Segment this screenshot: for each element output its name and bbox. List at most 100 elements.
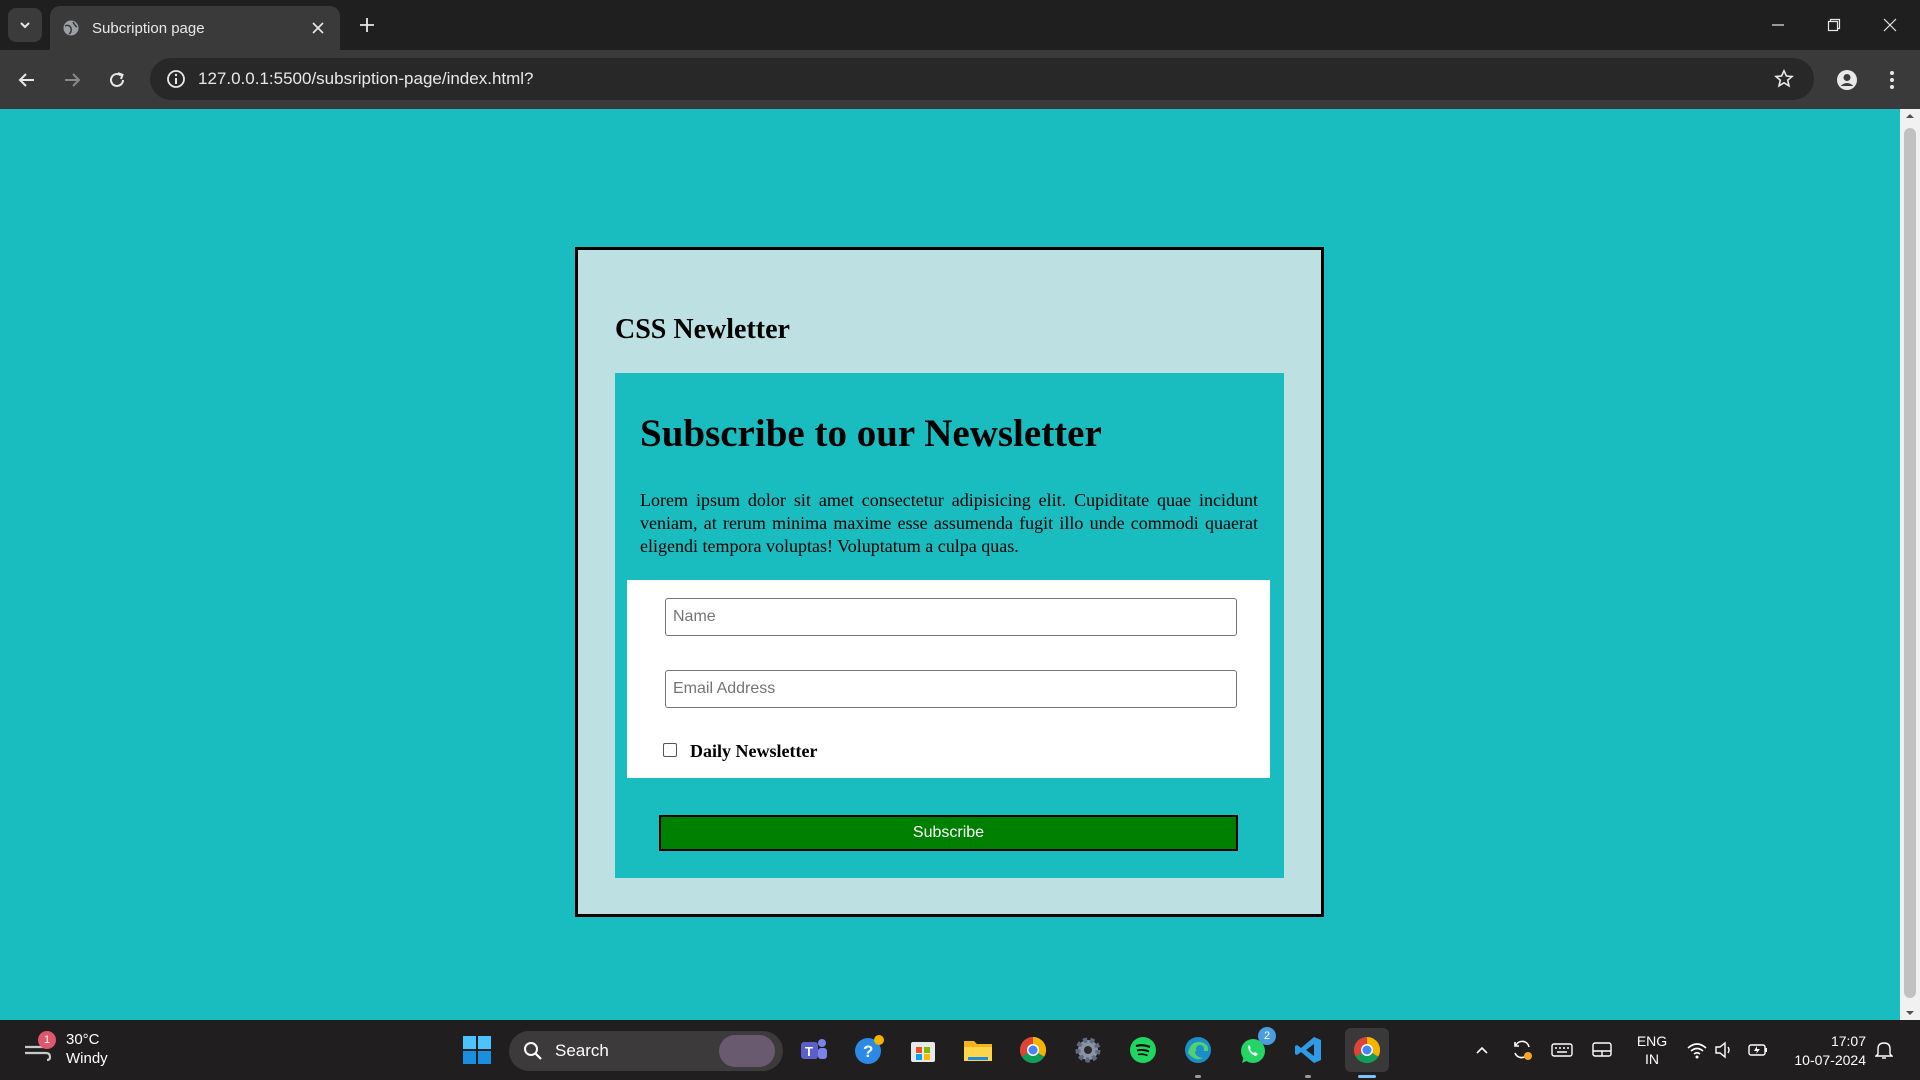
address-bar[interactable]: 127.0.0.1:5500/subsription-page/index.ht… [150, 58, 1814, 100]
restore-icon [1827, 18, 1841, 32]
speaker-icon [1715, 1041, 1730, 1059]
page-viewport: CSS Newletter Subscribe to our Newslette… [0, 109, 1900, 1020]
weather-desc: Windy [66, 1050, 108, 1067]
teams-app[interactable]: T [796, 1032, 832, 1068]
notifications-button[interactable] [1872, 1038, 1896, 1062]
back-button[interactable] [9, 62, 45, 98]
clock-time: 17:07 [1830, 1033, 1866, 1049]
url-text: 127.0.0.1:5500/subsription-page/index.ht… [198, 69, 534, 88]
subscribe-form: Daily Newsletter [627, 580, 1270, 778]
arrow-right-icon [65, 73, 81, 87]
chrome-icon [1353, 1036, 1381, 1064]
gear-icon [1075, 1037, 1101, 1063]
daily-newsletter-option[interactable]: Daily Newsletter [663, 738, 817, 762]
weather-badge: 1 [38, 1031, 56, 1049]
spotify-icon [1130, 1037, 1156, 1063]
settings-app[interactable] [1070, 1032, 1106, 1068]
display-tray-button[interactable] [1590, 1038, 1614, 1062]
wind-icon: 1 [22, 1031, 56, 1065]
chevron-down-icon [20, 22, 30, 29]
system-clock[interactable]: 17:07 10-07-2024 [1794, 1032, 1866, 1070]
browser-menu-button[interactable] [1874, 62, 1910, 98]
close-window-button[interactable] [1862, 0, 1918, 50]
browser-toolbar: 127.0.0.1:5500/subsription-page/index.ht… [0, 50, 1920, 109]
site-info-icon[interactable] [164, 67, 188, 91]
clock-date: 10-07-2024 [1794, 1052, 1866, 1068]
spotify-app[interactable] [1125, 1032, 1161, 1068]
keyboard-icon [1551, 1043, 1573, 1057]
daily-newsletter-label: Daily Newsletter [690, 741, 818, 761]
newsletter-container: CSS Newletter Subscribe to our Newslette… [575, 247, 1324, 917]
tab-search-button[interactable] [8, 8, 42, 42]
minimize-icon [1772, 24, 1784, 26]
search-highlight-image [719, 1035, 775, 1067]
subscribe-description: Lorem ipsum dolor sit amet consectetur a… [640, 490, 1258, 556]
battery-tray-button[interactable] [1746, 1038, 1770, 1062]
volume-tray-button[interactable] [1712, 1038, 1736, 1062]
sync-tray-button[interactable] [1510, 1038, 1534, 1062]
keyboard-tray-button[interactable] [1550, 1038, 1574, 1062]
help-icon: ? [855, 1035, 884, 1064]
restore-button[interactable] [1806, 0, 1862, 50]
running-indicator [1195, 1075, 1201, 1078]
arrow-left-icon [18, 73, 34, 87]
battery-charging-icon [1748, 1044, 1767, 1056]
minimize-button[interactable] [1750, 0, 1806, 50]
search-icon [524, 1042, 542, 1060]
search-label: Search [555, 1041, 609, 1060]
language-code: ENG [1636, 1033, 1668, 1049]
show-hidden-icons-button[interactable] [1470, 1038, 1494, 1062]
vscode-app[interactable] [1290, 1032, 1326, 1068]
whatsapp-app[interactable]: 2 [1235, 1027, 1276, 1068]
weather-temp: 30°C [66, 1031, 100, 1048]
subscribe-button[interactable]: Subscribe [659, 815, 1238, 851]
close-icon [1883, 18, 1897, 32]
sync-icon [1514, 1040, 1532, 1060]
profile-icon [1837, 70, 1857, 90]
chrome-icon [1019, 1036, 1047, 1064]
bookmark-star-icon[interactable] [1768, 63, 1800, 95]
active-indicator [1358, 1075, 1376, 1078]
wifi-tray-button[interactable] [1685, 1038, 1709, 1062]
globe-icon [62, 19, 80, 37]
chrome-active-app[interactable] [1345, 1028, 1389, 1072]
browser-tab[interactable]: Subcription page [50, 6, 340, 50]
start-button[interactable] [459, 1032, 495, 1068]
reload-button[interactable] [99, 62, 135, 98]
daily-newsletter-checkbox[interactable] [663, 743, 677, 757]
weather-widget[interactable]: 1 30°C Windy [22, 1030, 108, 1068]
get-help-app[interactable]: ? [851, 1032, 887, 1068]
file-explorer-app[interactable] [960, 1032, 996, 1068]
language-region: IN [1645, 1051, 1659, 1067]
windows-logo-icon [463, 1036, 491, 1064]
name-input[interactable] [665, 598, 1237, 636]
microsoft-store-app[interactable] [905, 1032, 941, 1068]
site-title: CSS Newletter [615, 314, 790, 345]
display-icon [1592, 1042, 1612, 1057]
chrome-app[interactable] [1015, 1032, 1051, 1068]
browser-tab-strip: Subcription page [0, 0, 1920, 50]
more-vertical-icon [1890, 71, 1894, 89]
chevron-up-icon [1476, 1046, 1488, 1054]
forward-button[interactable] [54, 62, 90, 98]
edge-app[interactable] [1180, 1032, 1216, 1068]
scroll-down-arrow-icon[interactable] [1905, 1008, 1915, 1018]
taskbar-search[interactable]: Search [509, 1031, 783, 1071]
reload-icon [110, 72, 124, 87]
scroll-up-arrow-icon[interactable] [1905, 111, 1915, 121]
language-indicator[interactable]: ENG IN [1632, 1032, 1672, 1068]
svg-text:?: ? [863, 1042, 873, 1061]
page-scrollbar[interactable] [1900, 109, 1920, 1020]
scrollbar-thumb[interactable] [1904, 128, 1916, 998]
email-input[interactable] [665, 670, 1237, 708]
plus-icon [360, 18, 374, 32]
new-tab-button[interactable] [352, 10, 382, 40]
whatsapp-badge: 2 [1258, 1027, 1276, 1045]
profile-button[interactable] [1829, 62, 1865, 98]
edge-icon [1185, 1037, 1211, 1063]
subscribe-card: Subscribe to our Newsletter Lorem ipsum … [615, 373, 1284, 878]
store-icon [911, 1042, 935, 1062]
folder-icon [964, 1041, 992, 1061]
close-tab-icon[interactable] [308, 18, 328, 38]
subscribe-heading: Subscribe to our Newsletter [640, 412, 1102, 455]
